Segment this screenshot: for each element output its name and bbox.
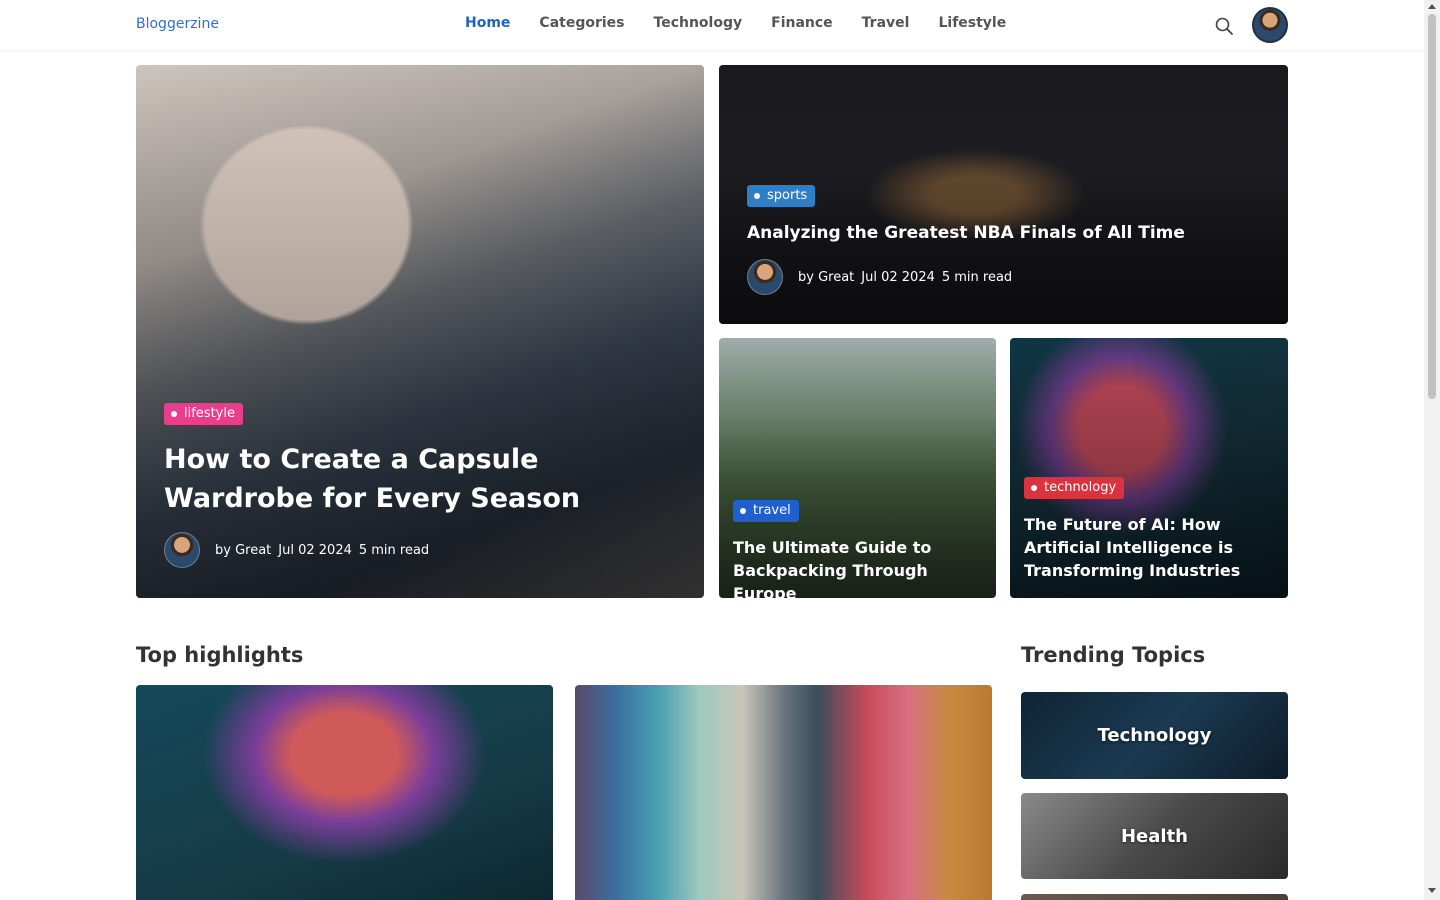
- read-time: 5 min read: [358, 542, 430, 558]
- card-title[interactable]: How to Create a Capsule Wardrobe for Eve…: [164, 440, 664, 518]
- category-badge[interactable]: sports: [747, 185, 816, 207]
- card-image: [136, 685, 553, 900]
- nav-travel[interactable]: Travel: [862, 15, 910, 31]
- read-time: 5 min read: [941, 269, 1013, 285]
- category-badge[interactable]: lifestyle: [164, 403, 243, 425]
- featured-card-sports[interactable]: sports Analyzing the Greatest NBA Finals…: [719, 65, 1288, 324]
- topic-technology[interactable]: Technology: [1021, 692, 1288, 779]
- user-avatar[interactable]: [1252, 7, 1288, 43]
- author-name[interactable]: by Great: [215, 543, 271, 558]
- nav-home[interactable]: Home: [465, 15, 510, 31]
- nav-lifestyle[interactable]: Lifestyle: [938, 15, 1006, 31]
- card-meta: by Great Jul 02 2024 5 min read: [164, 532, 436, 568]
- highlight-card[interactable]: [575, 685, 992, 900]
- section-title-trending: Trending Topics: [1021, 643, 1206, 667]
- author-avatar: [747, 259, 783, 295]
- scroll-up-arrow-icon[interactable]: [1428, 4, 1436, 9]
- card-image: [575, 685, 992, 900]
- page-scrollbar[interactable]: [1424, 0, 1440, 900]
- featured-card-technology[interactable]: technology The Future of AI: How Artific…: [1010, 338, 1288, 598]
- scroll-down-arrow-icon[interactable]: [1428, 888, 1436, 893]
- topic-health[interactable]: Health: [1021, 793, 1288, 879]
- card-meta: by Great Jul 02 2024 5 min read: [747, 259, 1019, 295]
- nav-finance[interactable]: Finance: [771, 15, 833, 31]
- card-title[interactable]: The Future of AI: How Artificial Intelli…: [1024, 513, 1282, 582]
- author-name[interactable]: by Great: [798, 270, 854, 285]
- nav-technology[interactable]: Technology: [654, 15, 743, 31]
- card-title[interactable]: Analyzing the Greatest NBA Finals of All…: [747, 221, 1267, 245]
- topic-image: [1021, 894, 1288, 900]
- section-title-highlights: Top highlights: [136, 643, 304, 667]
- author-avatar: [164, 532, 200, 568]
- topic-label: Technology: [1097, 725, 1212, 746]
- featured-card-travel[interactable]: travel The Ultimate Guide to Backpacking…: [719, 338, 996, 598]
- topic-label: Health: [1120, 825, 1188, 847]
- featured-card-lifestyle[interactable]: lifestyle How to Create a Capsule Wardro…: [136, 65, 704, 598]
- top-navbar: Bloggerzine Home Categories Technology F…: [0, 0, 1424, 50]
- category-badge[interactable]: technology: [1024, 477, 1125, 499]
- brand-logo[interactable]: Bloggerzine: [136, 16, 219, 32]
- main-nav: Home Categories Technology Finance Trave…: [465, 15, 1035, 31]
- scroll-thumb[interactable]: [1428, 14, 1436, 399]
- post-date: Jul 02 2024: [278, 542, 352, 558]
- post-date: Jul 02 2024: [861, 269, 935, 285]
- topic-card-partial[interactable]: [1021, 894, 1288, 900]
- highlight-card[interactable]: [136, 685, 553, 900]
- card-title[interactable]: The Ultimate Guide to Backpacking Throug…: [733, 536, 983, 598]
- category-badge[interactable]: travel: [733, 500, 799, 522]
- nav-categories[interactable]: Categories: [539, 15, 624, 31]
- search-icon[interactable]: [1214, 16, 1234, 36]
